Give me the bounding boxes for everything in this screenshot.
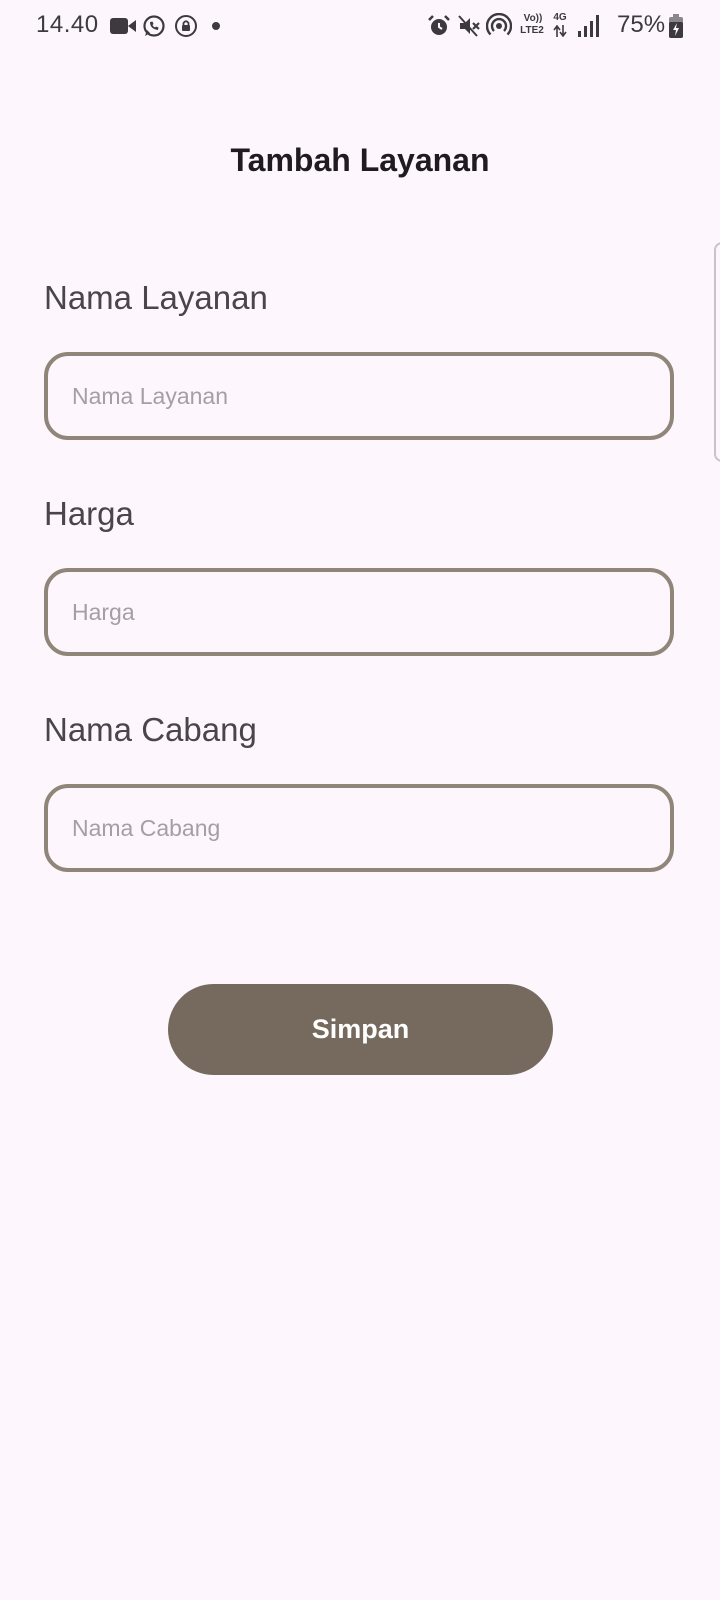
mute-icon <box>457 13 481 39</box>
hotspot-icon <box>486 13 512 39</box>
battery-icon <box>669 13 683 39</box>
volte-label-bottom: LTE2 <box>520 25 544 36</box>
service-name-input[interactable] <box>44 352 674 440</box>
alarm-icon <box>427 13 451 39</box>
dot-icon <box>211 13 221 39</box>
save-button[interactable]: Simpan <box>168 984 553 1075</box>
branch-name-input[interactable] <box>44 784 674 872</box>
video-camera-icon <box>110 13 136 39</box>
service-name-label: Nama Layanan <box>44 279 268 316</box>
volte-label-top: Vo)) <box>523 13 543 24</box>
signal-icon <box>578 13 600 39</box>
data-arrows-icon <box>553 24 567 38</box>
page-title: Tambah Layanan <box>230 142 490 178</box>
network-4g-label: 4G <box>553 12 567 23</box>
branch-name-label: Nama Cabang <box>44 711 257 748</box>
whatsapp-icon <box>142 13 166 39</box>
lock-icon <box>174 13 198 39</box>
status-time: 14.40 <box>36 11 99 38</box>
price-label: Harga <box>44 495 134 532</box>
edge-panel-handle[interactable] <box>714 242 720 462</box>
battery-percent: 75% <box>617 11 666 38</box>
status-bar: 14.40 Vo)) LTE2 4G 75% <box>0 0 720 52</box>
price-input[interactable] <box>44 568 674 656</box>
